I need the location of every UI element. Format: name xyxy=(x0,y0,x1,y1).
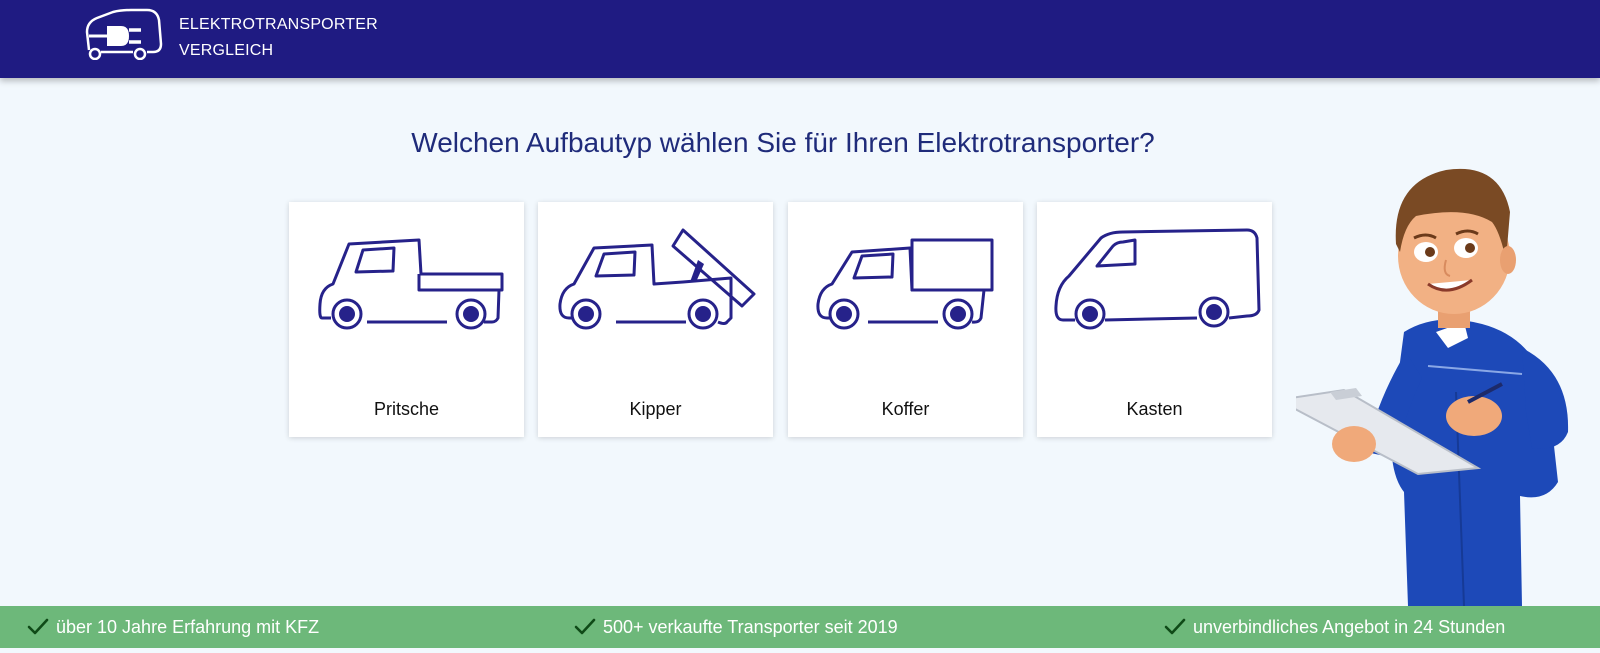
box-truck-icon xyxy=(816,238,994,330)
option-pritsche[interactable]: Pritsche xyxy=(289,202,524,437)
option-label: Pritsche xyxy=(373,399,440,419)
option-label: Kipper xyxy=(629,399,682,419)
logo-link[interactable] xyxy=(83,8,163,65)
tipper-truck-icon xyxy=(558,228,756,330)
check-icon xyxy=(574,618,596,635)
benefit-text: 500+ verkaufte Transporter seit 2019 xyxy=(603,617,898,637)
logo-text[interactable]: ELEKTROTRANSPORTER VERGLEICH xyxy=(179,12,378,64)
logo-line-2: VERGLEICH xyxy=(179,42,274,59)
check-icon xyxy=(1164,618,1186,635)
benefit-text: über 10 Jahre Erfahrung mit KFZ xyxy=(56,617,320,637)
option-koffer[interactable]: Koffer xyxy=(788,202,1023,437)
panel-van-icon xyxy=(1054,228,1261,330)
option-label: Kasten xyxy=(1126,399,1183,419)
electric-plug-van-icon xyxy=(85,8,163,61)
benefit-text: unverbindliches Angebot in 24 Stunden xyxy=(1193,617,1506,637)
option-kasten[interactable]: Kasten xyxy=(1037,202,1272,437)
mechanic-mascot-illustration xyxy=(1296,168,1569,606)
option-kipper[interactable]: Kipper xyxy=(538,202,773,437)
logo-line-1: ELEKTROTRANSPORTER xyxy=(179,16,378,33)
benefits-bar: über 10 Jahre Erfahrung mit KFZ 500+ ver… xyxy=(0,606,1600,648)
check-icon xyxy=(27,618,49,635)
flatbed-truck-icon xyxy=(318,238,504,330)
option-label: Koffer xyxy=(881,399,930,419)
site-header: ELEKTROTRANSPORTER VERGLEICH xyxy=(0,0,1600,78)
